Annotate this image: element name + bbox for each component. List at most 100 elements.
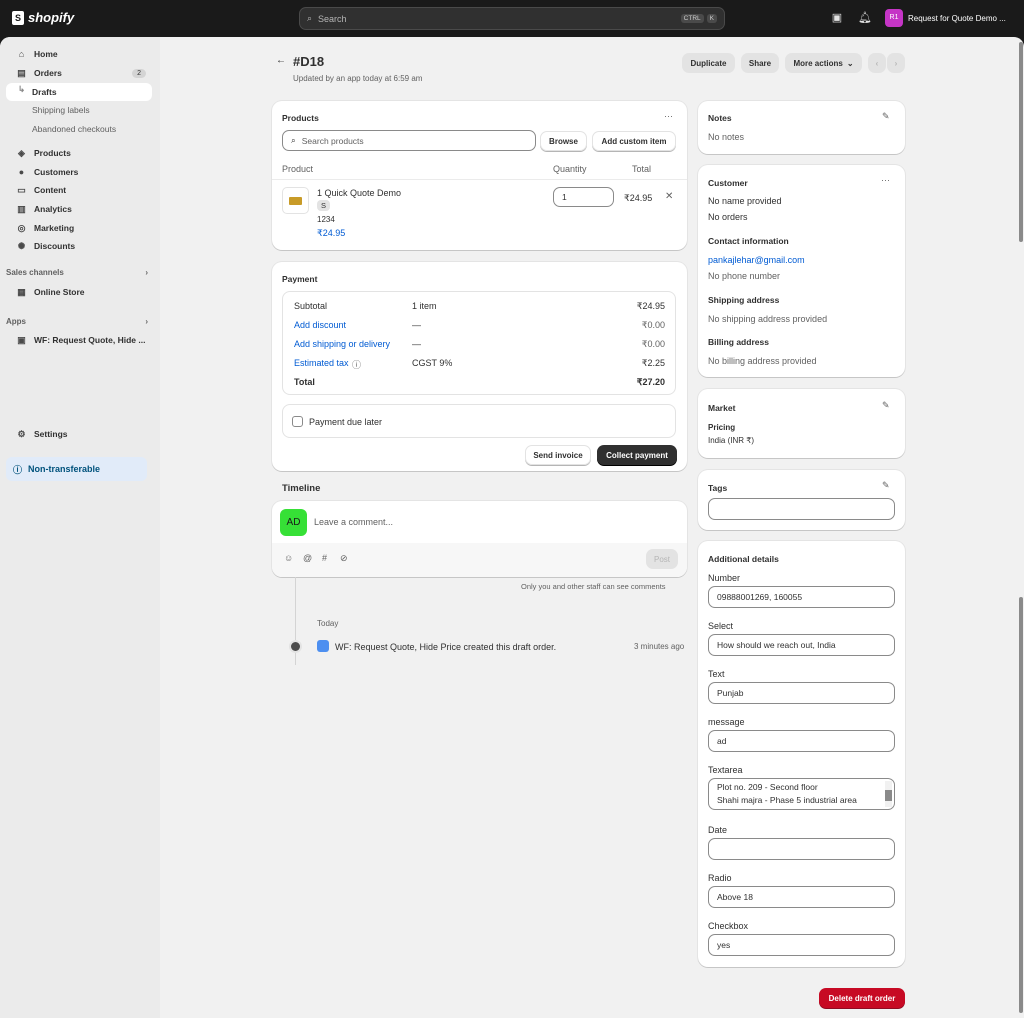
customer-title: Customer bbox=[708, 178, 748, 188]
store-menu[interactable]: R1 Request for Quote Demo ... bbox=[885, 9, 1006, 27]
more-horizontal-icon[interactable]: ··· bbox=[881, 175, 890, 185]
nav-content[interactable]: ▭ Content bbox=[6, 181, 152, 199]
quantity-input[interactable]: 1 bbox=[553, 187, 614, 207]
nav-customers-label: Customers bbox=[34, 167, 79, 177]
textarea-scrollbar[interactable] bbox=[885, 781, 892, 807]
text-field[interactable]: Punjab bbox=[708, 682, 895, 704]
subtotal-label: Subtotal bbox=[294, 301, 328, 311]
logo-text: shopify bbox=[28, 10, 75, 25]
more-actions-button[interactable]: More actions ⌄ bbox=[785, 53, 862, 73]
sales-channels-label: Sales channels bbox=[6, 268, 64, 277]
chevron-right-icon: › bbox=[145, 268, 148, 277]
edit-pencil-icon[interactable]: ✎ bbox=[882, 111, 890, 122]
store-avatar: R1 bbox=[885, 9, 903, 27]
nav-online-store[interactable]: ▦ Online Store bbox=[6, 283, 152, 301]
edit-pencil-icon[interactable]: ✎ bbox=[882, 480, 890, 491]
nav-app-request-quote[interactable]: ▣ WF: Request Quote, Hide ... bbox=[6, 331, 152, 349]
nav-customers[interactable]: ● Customers bbox=[6, 163, 152, 181]
global-search[interactable]: ⌕ Search CTRL K bbox=[299, 7, 725, 30]
home-icon: ⌂ bbox=[18, 49, 25, 59]
comment-input[interactable]: Leave a comment... bbox=[314, 517, 393, 527]
emoji-icon[interactable]: ☺ bbox=[284, 553, 293, 563]
nav-discounts-label: Discounts bbox=[34, 241, 76, 251]
billing-address-value: No billing address provided bbox=[708, 356, 817, 366]
customer-name: No name provided bbox=[708, 196, 782, 206]
textarea-line-2: Shahi majra - Phase 5 industrial area bbox=[717, 795, 857, 805]
number-field[interactable]: 09888001269, 160055 bbox=[708, 586, 895, 608]
nav-home[interactable]: ⌂ Home bbox=[6, 45, 152, 63]
back-arrow-icon[interactable]: ← bbox=[276, 55, 286, 66]
nav-drafts[interactable]: ↳ Drafts bbox=[6, 83, 152, 101]
message-field[interactable]: ad bbox=[708, 730, 895, 752]
radio-label: Radio bbox=[708, 873, 732, 883]
collect-payment-button[interactable]: Collect payment bbox=[597, 445, 677, 465]
add-shipping-link[interactable]: Add shipping or delivery bbox=[294, 339, 390, 349]
estimated-tax-link[interactable]: Estimated tax bbox=[294, 358, 349, 368]
browse-button[interactable]: Browse bbox=[540, 131, 587, 151]
post-button[interactable]: Post bbox=[646, 549, 678, 569]
subtotal-value: ₹24.95 bbox=[636, 301, 665, 311]
nav-shipping-labels[interactable]: Shipping labels bbox=[6, 101, 152, 119]
nav-orders[interactable]: ▤ Orders 2 bbox=[6, 64, 152, 82]
sidebar: ⌂ Home ▤ Orders 2 ↳ Drafts Shipping labels A… bbox=[0, 37, 160, 1018]
payment-due-later-checkbox[interactable] bbox=[292, 416, 303, 427]
inbox-icon[interactable]: ▣ bbox=[830, 11, 844, 25]
additional-details-title: Additional details bbox=[708, 554, 779, 564]
send-invoice-button[interactable]: Send invoice bbox=[525, 445, 591, 465]
products-title: Products bbox=[282, 113, 319, 123]
shopify-logo[interactable]: Sshopify bbox=[12, 10, 74, 25]
nav-analytics[interactable]: ▥ Analytics bbox=[6, 200, 152, 218]
more-horizontal-icon[interactable]: ··· bbox=[664, 111, 673, 121]
discount-dash: — bbox=[412, 320, 421, 330]
next-order-button[interactable]: › bbox=[887, 53, 905, 73]
non-transferable-badge[interactable]: ⓘ Non-transferable bbox=[6, 457, 147, 481]
checkbox-field[interactable]: yes bbox=[708, 934, 895, 956]
apps-header[interactable]: Apps › bbox=[6, 317, 152, 326]
nav-products-label: Products bbox=[34, 148, 71, 158]
nav-marketing[interactable]: ◎ Marketing bbox=[6, 219, 152, 237]
nav-abandoned-checkouts[interactable]: Abandoned checkouts bbox=[6, 120, 152, 138]
top-bar: Sshopify ⌕ Search CTRL K ▣ 🔔︎ R1 Request f… bbox=[0, 0, 1024, 37]
product-price[interactable]: ₹24.95 bbox=[317, 228, 345, 239]
tax-type: CGST 9% bbox=[412, 358, 453, 368]
search-products-placeholder: Search products bbox=[301, 135, 364, 146]
customer-email[interactable]: pankajlehar@gmail.com bbox=[708, 255, 805, 265]
product-name[interactable]: 1 Quick Quote Demo bbox=[317, 188, 401, 198]
add-custom-item-button[interactable]: Add custom item bbox=[592, 131, 676, 151]
line-total: ₹24.95 bbox=[624, 193, 653, 203]
duplicate-button[interactable]: Duplicate bbox=[682, 53, 735, 73]
share-button[interactable]: Share bbox=[741, 53, 779, 73]
search-products-input[interactable]: ⌕ Search products bbox=[282, 130, 536, 151]
nav-settings[interactable]: ⚙ Settings bbox=[6, 425, 152, 443]
radio-field[interactable]: Above 18 bbox=[708, 886, 895, 908]
hashtag-icon[interactable]: # bbox=[322, 553, 327, 563]
nav-discounts[interactable]: ✺ Discounts bbox=[6, 237, 152, 255]
mention-icon[interactable]: @ bbox=[303, 553, 312, 563]
bell-icon[interactable]: 🔔︎ bbox=[858, 11, 872, 25]
page-scroll-thumb[interactable] bbox=[1019, 42, 1023, 242]
page-scrollbar[interactable] bbox=[1017, 42, 1024, 1013]
add-discount-link[interactable]: Add discount bbox=[294, 320, 346, 330]
edit-pencil-icon[interactable]: ✎ bbox=[882, 400, 890, 411]
textarea-scroll-thumb[interactable] bbox=[885, 790, 892, 801]
delete-draft-order-button[interactable]: Delete draft order bbox=[819, 988, 905, 1008]
textarea-field[interactable]: Plot no. 209 - Second floor Shahi majra … bbox=[708, 778, 895, 810]
tags-input[interactable] bbox=[708, 498, 895, 520]
more-actions-label: More actions bbox=[793, 58, 843, 68]
attachment-icon[interactable]: ⊘ bbox=[340, 553, 348, 564]
comment-box: AD Leave a comment... ☺ @ # ⊘ Post bbox=[272, 501, 687, 577]
page-scroll-thumb-lower[interactable] bbox=[1019, 597, 1023, 1013]
nav-products[interactable]: ◈ Products bbox=[6, 144, 152, 162]
non-transferable-label: Non-transferable bbox=[28, 464, 101, 474]
market-title: Market bbox=[708, 403, 736, 413]
date-field[interactable] bbox=[708, 838, 895, 860]
kbd-k: K bbox=[706, 14, 717, 23]
sales-channels-header[interactable]: Sales channels › bbox=[6, 268, 152, 277]
close-icon[interactable]: ✕ bbox=[665, 191, 673, 202]
nav-app-label: WF: Request Quote, Hide ... bbox=[34, 335, 146, 345]
contact-title: Contact information bbox=[708, 236, 789, 246]
info-icon[interactable]: ⓘ bbox=[352, 358, 361, 371]
variant-badge: S bbox=[317, 200, 331, 211]
prev-order-button[interactable]: ‹ bbox=[868, 53, 886, 73]
select-field[interactable]: How should we reach out, India bbox=[708, 634, 895, 656]
